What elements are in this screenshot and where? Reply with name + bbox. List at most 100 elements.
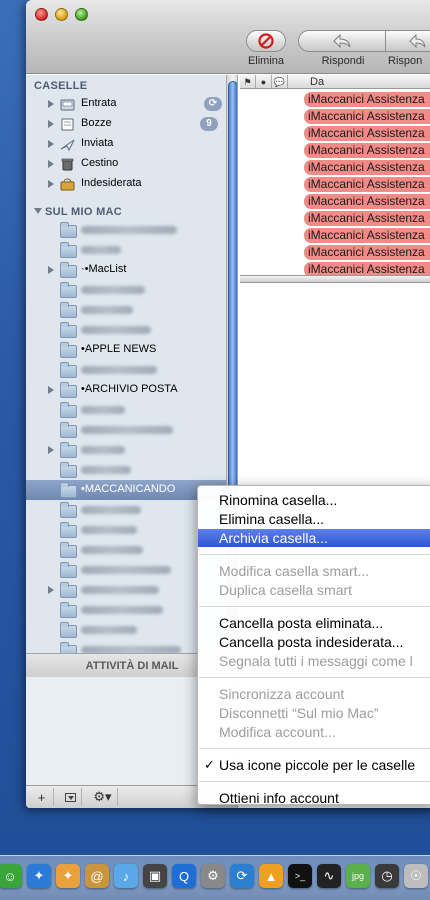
- screen-icon[interactable]: ▣: [143, 864, 167, 888]
- sidebar-folder-selected[interactable]: •MACCANICANDO: [26, 480, 226, 500]
- sidebar-folder[interactable]: •ARCHIVIO POSTA: [26, 380, 226, 400]
- sidebar-folder[interactable]: [26, 300, 226, 320]
- disclosure-triangle-icon[interactable]: [48, 100, 54, 108]
- reply-all-arrow-icon: [408, 34, 425, 48]
- blurred-folder-label: [81, 466, 131, 474]
- menu-item-label: Rinomina casella...: [219, 492, 338, 508]
- sidebar-item-inviata[interactable]: Inviata: [26, 134, 226, 154]
- finder-icon[interactable]: ☺: [0, 864, 22, 888]
- safari-icon[interactable]: ✦: [27, 864, 51, 888]
- message-row-sender[interactable]: iMaccanici Assistenza: [304, 126, 430, 141]
- message-row-sender[interactable]: iMaccanici Assistenza: [304, 194, 430, 209]
- quicktime-icon[interactable]: Q: [172, 864, 196, 888]
- message-row-sender[interactable]: iMaccanici Assistenza: [304, 143, 430, 158]
- message-row-sender[interactable]: iMaccanici Assistenza: [304, 92, 430, 107]
- system-preferences-icon[interactable]: ⚙: [201, 864, 225, 888]
- menu-item: Disconnetti “Sul mio Mac”: [198, 704, 430, 722]
- read-status-column-header[interactable]: ●: [256, 75, 272, 89]
- sidebar-folder[interactable]: [26, 400, 226, 420]
- blurred-folder-label: [81, 526, 137, 534]
- message-row-sender[interactable]: iMaccanici Assistenza: [304, 109, 430, 124]
- sync-icon[interactable]: ⟳: [230, 864, 254, 888]
- disclosure-triangle-icon[interactable]: [48, 446, 54, 454]
- sidebar-folder[interactable]: [26, 600, 226, 620]
- pane-splitter[interactable]: [240, 275, 430, 283]
- menu-item[interactable]: ✓ Usa icone piccole per le caselle: [198, 756, 430, 774]
- minimize-window-button[interactable]: [55, 8, 68, 21]
- flag-column-header[interactable]: ⚑: [240, 75, 256, 89]
- itunes-icon[interactable]: ♪: [114, 864, 138, 888]
- menu-item[interactable]: Cancella posta indesiderata...: [198, 633, 430, 651]
- vlc-icon[interactable]: ▲: [259, 864, 283, 888]
- activity-monitor-icon[interactable]: ∿: [317, 864, 341, 888]
- menu-item[interactable]: Cancella posta eliminata...: [198, 614, 430, 632]
- sidebar-folder[interactable]: [26, 280, 226, 300]
- sidebar-folder[interactable]: [26, 360, 226, 380]
- sidebar-folder[interactable]: [26, 560, 226, 580]
- menu-item-label: Modifica casella smart...: [219, 563, 370, 579]
- sidebar-folder[interactable]: [26, 420, 226, 440]
- toggle-activity-button[interactable]: [60, 788, 82, 806]
- menu-item[interactable]: Archivia casella...: [198, 529, 430, 547]
- sidebar-folder[interactable]: [26, 220, 226, 240]
- disclosure-triangle-icon[interactable]: [48, 120, 54, 128]
- blurred-folder-label: [81, 306, 133, 314]
- disclosure-triangle-icon[interactable]: [48, 180, 54, 188]
- on-my-mac-header[interactable]: SUL MIO MAC: [34, 206, 122, 218]
- message-row-sender[interactable]: iMaccanici Assistenza: [304, 262, 430, 275]
- menu-item[interactable]: Elimina casella...: [198, 510, 430, 528]
- sidebar-folder[interactable]: ·•MacList: [26, 260, 226, 280]
- disclosure-triangle-icon[interactable]: [48, 266, 54, 274]
- sidebar-item-indesiderata[interactable]: Indesiderata: [26, 174, 226, 194]
- address-book-icon[interactable]: @: [85, 864, 109, 888]
- sidebar-item-entrata[interactable]: Entrata ⟳: [26, 94, 226, 114]
- sidebar-folder[interactable]: [26, 320, 226, 340]
- speech-bubble-icon: 💬: [273, 76, 286, 87]
- action-menu-button[interactable]: ⚙▾: [88, 788, 118, 806]
- folder-icon: [60, 342, 77, 358]
- message-row-sender[interactable]: iMaccanici Assistenza: [304, 160, 430, 175]
- sidebar-folder[interactable]: [26, 460, 226, 480]
- reply-button[interactable]: [298, 30, 386, 52]
- disclosure-triangle-icon[interactable]: [48, 586, 54, 594]
- message-row-sender[interactable]: iMaccanici Assistenza: [304, 245, 430, 260]
- message-row-sender[interactable]: iMaccanici Assistenza: [304, 177, 430, 192]
- sidebar-folder[interactable]: [26, 500, 226, 520]
- safari-icon[interactable]: ✦: [56, 864, 80, 888]
- menu-item[interactable]: Rinomina casella...: [198, 491, 430, 509]
- menu-item[interactable]: Ottieni info account: [198, 789, 430, 807]
- menu-item-label: Modifica account...: [219, 724, 336, 740]
- message-row-sender[interactable]: iMaccanici Assistenza: [304, 228, 430, 243]
- sidebar-item-cestino[interactable]: Cestino: [26, 154, 226, 174]
- sidebar-folder[interactable]: •APPLE NEWS: [26, 340, 226, 360]
- delete-button[interactable]: [246, 30, 286, 52]
- folder-icon: [60, 462, 77, 478]
- from-column-header[interactable]: Da: [288, 75, 430, 89]
- sidebar-item-bozze[interactable]: Bozze 9: [26, 114, 226, 134]
- reply-all-button[interactable]: [386, 30, 430, 52]
- sidebar-folder[interactable]: [26, 540, 226, 560]
- sidebar-folder[interactable]: [26, 580, 226, 600]
- sidebar-folder[interactable]: [26, 240, 226, 260]
- sidebar-folder[interactable]: [26, 620, 226, 640]
- disclosure-triangle-icon[interactable]: [48, 386, 54, 394]
- close-window-button[interactable]: [35, 8, 48, 21]
- folder-icon: [60, 522, 77, 538]
- disclosure-triangle-icon[interactable]: [48, 160, 54, 168]
- sidebar-folder[interactable]: [26, 640, 226, 653]
- menu-item: Modifica account...: [198, 723, 430, 741]
- message-row-sender[interactable]: iMaccanici Assistenza: [304, 211, 430, 226]
- accessibility-icon[interactable]: ☉: [404, 864, 428, 888]
- menu-item-label: Disconnetti “Sul mio Mac”: [219, 705, 379, 721]
- comments-column-header[interactable]: 💬: [272, 75, 288, 89]
- add-mailbox-button[interactable]: +: [30, 788, 54, 806]
- folder-icon: [60, 302, 77, 318]
- sidebar-folder[interactable]: [26, 520, 226, 540]
- sidebar-folder[interactable]: [26, 440, 226, 460]
- unread-count-badge: 9: [200, 117, 218, 131]
- terminal-icon[interactable]: >_: [288, 864, 312, 888]
- preview-jpg-icon[interactable]: jpg: [346, 864, 370, 888]
- disclosure-triangle-icon[interactable]: [48, 140, 54, 148]
- zoom-window-button[interactable]: [75, 8, 88, 21]
- time-machine-icon[interactable]: ◷: [375, 864, 399, 888]
